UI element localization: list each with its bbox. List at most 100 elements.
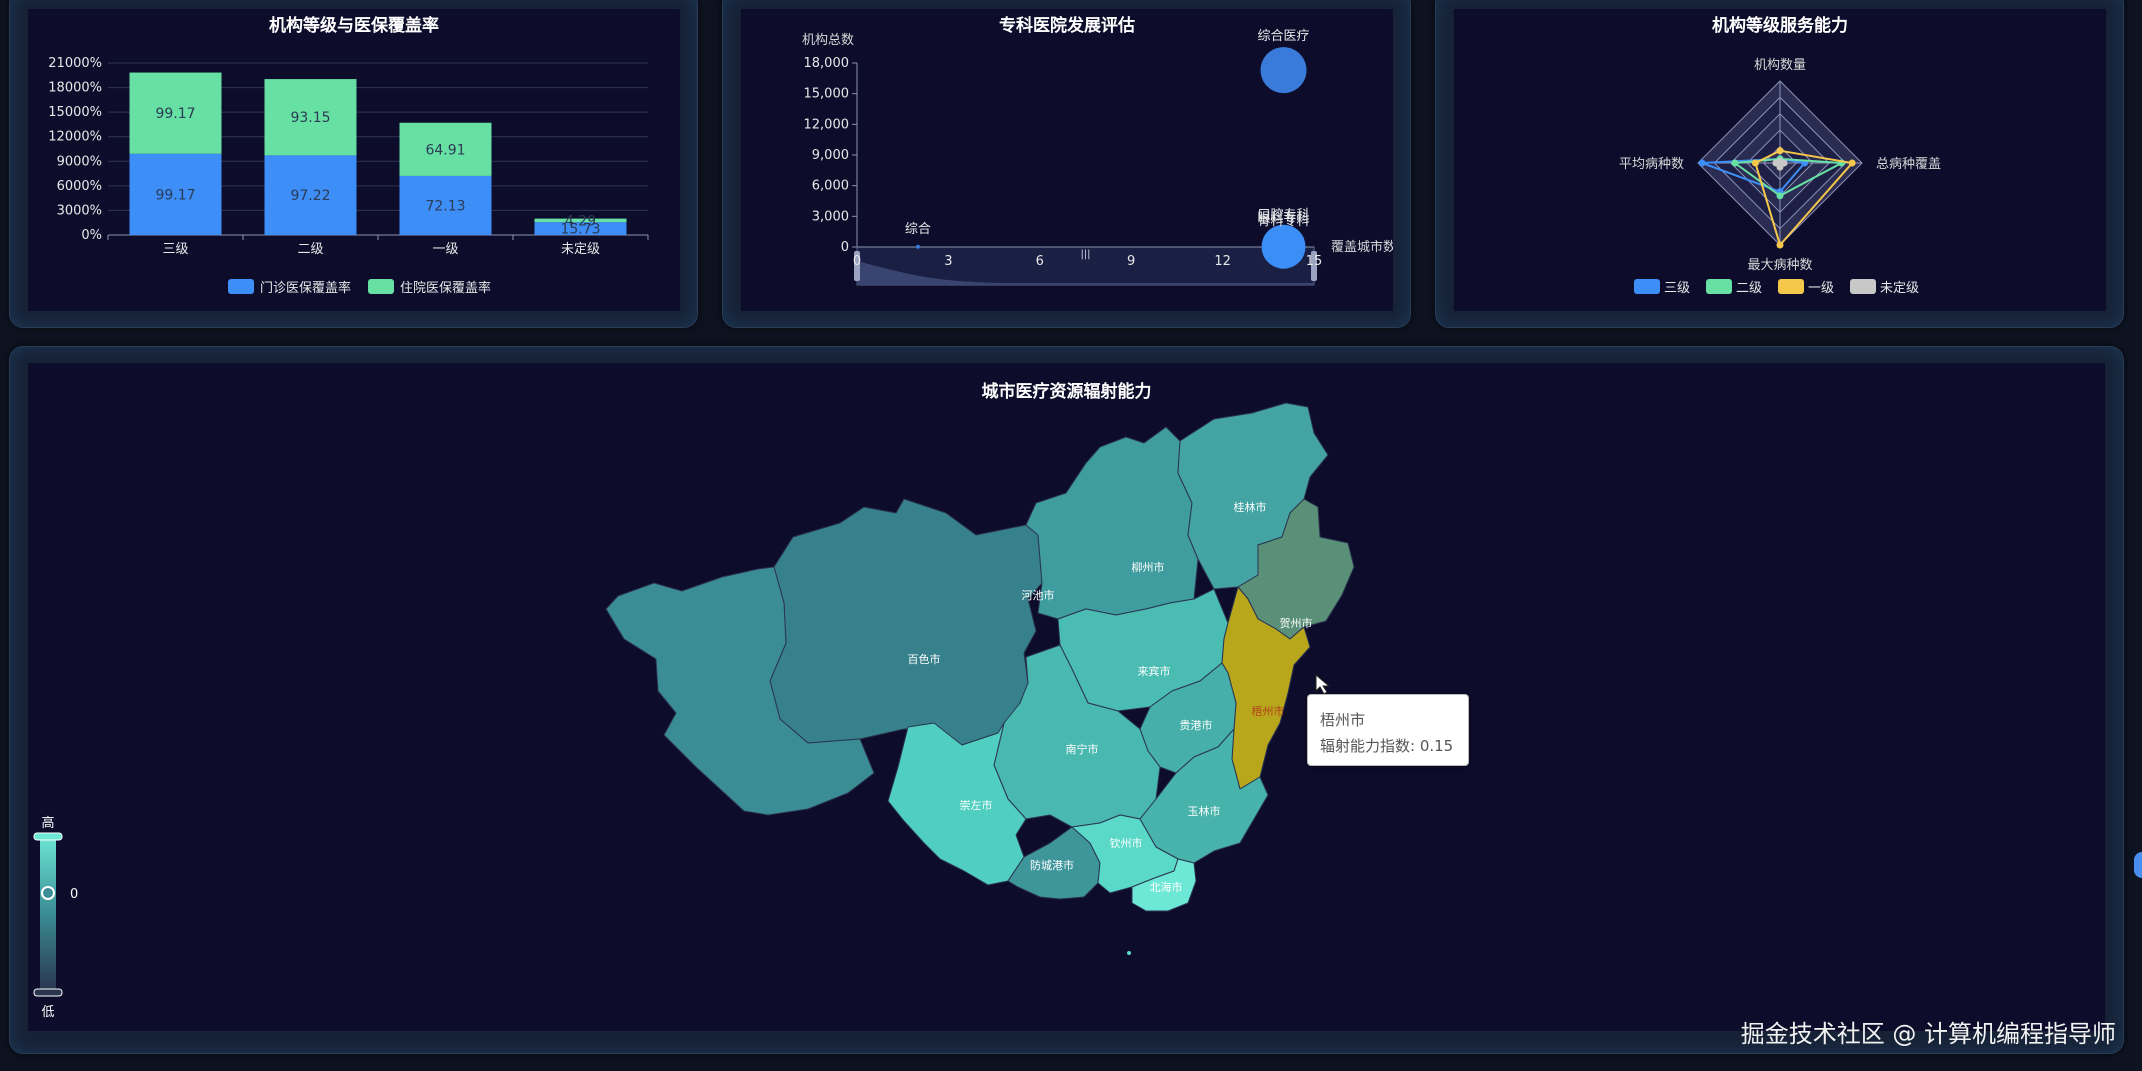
bar-legend-swatch[interactable] [368,279,394,294]
bubble-xtick-label: 3 [944,254,952,269]
radar-legend-label[interactable]: 二级 [1736,281,1762,296]
bar-ytick-label: 12000% [48,130,102,145]
bar-chart-area: 机构等级与医保覆盖率 0% 3000% 6000% 9000% 12000% 15000%… [28,9,680,311]
map-region-label: 百色市 [908,652,941,666]
radar-indicator-label: 最大病种数 [1747,258,1812,273]
bar-xtick-label: 三级 [162,242,188,257]
bubble-xtick-label: 9 [1127,254,1135,269]
map-area: 城市医疗资源辐射能力 河池市 百色市 柳州市 桂林市 贺州市 来宾市 梧州市 贵港市 南宁市 崇左… [28,363,2105,1031]
map-region-label: 贵港市 [1180,718,1213,732]
map-region-label: 河池市 [1022,588,1055,602]
map-island [1127,951,1131,955]
radar-chart-svg: 机构数量总病种覆盖最大病种数 平均病种数三级 二级 一级 未定级 [1619,58,1941,296]
map-region-label: 柳州市 [1132,560,1165,574]
radar-point[interactable] [1776,241,1784,249]
bar-ytick-label: 15000% [48,105,102,120]
bubble-xtick-label: 12 [1214,254,1231,269]
radar-point[interactable] [1848,159,1856,167]
bubble-ytick-label: 15,000 [804,87,850,102]
bubble-point-label: 综合 [905,222,931,237]
map-region-label: 崇左市 [960,798,993,812]
tooltip-value: 辐射能力指数: 0.15 [1320,737,1454,755]
radar-chart-card: 机构等级服务能力 机构数量 总病种覆盖 最大病种数 平均病种数 三级 二级 一级 未定级 [1435,0,2124,328]
visualmap-bar[interactable] [40,835,56,991]
map-region-label: 来宾市 [1138,664,1171,678]
visualmap-handle-top[interactable] [33,832,63,841]
map-region[interactable] [769,498,1043,746]
visualmap-low-label: 低 [41,1005,54,1020]
radar-point[interactable] [1776,192,1784,200]
bubble-xtick-label: 0 [853,254,861,269]
bar-ytick-label: 0% [81,228,102,243]
bar-ytick-label: 9000% [57,154,102,169]
radar-legend-label[interactable]: 一级 [1808,281,1834,296]
bar-xtick-label: 一级 [432,242,458,257]
map-region-label: 桂林市 [1234,500,1267,514]
bar-ytick-label: 21000% [48,56,102,71]
bubble-ytick-label: 9,000 [812,148,849,163]
map-tooltip: 梧州市 辐射能力指数: 0.15 [1307,694,1469,766]
bar-value-label: 93.15 [290,110,330,126]
radar-point[interactable] [1776,147,1784,155]
bar-ytick-label: 18000% [48,81,102,96]
bubble-point[interactable] [915,244,920,249]
bubble-xlabel: 覆盖城市数 [1331,239,1393,255]
map-svg[interactable]: 河池市百色市柳州市桂林市贺州市来宾市梧州市贵港市南宁市崇左市 玉林市防城港市钦州市… [28,363,2105,1031]
radar-point[interactable] [1772,159,1780,167]
bar-value-label: 97.22 [290,188,330,204]
bubble-point[interactable] [1260,47,1307,94]
radar-legend-label[interactable]: 未定级 [1880,281,1919,296]
radar-point[interactable] [1698,159,1706,167]
bar-legend-label[interactable]: 门诊医保覆盖率 [260,280,351,296]
visualmap-value-label: 0 [70,887,78,902]
radar-legend-swatch[interactable] [1778,279,1804,294]
visualmap-high-label: 高 [41,815,54,831]
bar-legend-swatch[interactable] [228,279,254,294]
bar-value-label: 4.29 [565,213,596,229]
map-region-label: 防城港市 [1030,858,1074,872]
bubble-ytick-label: 12,000 [804,117,850,132]
radar-indicator-label: 机构数量 [1754,58,1806,73]
radar-point[interactable] [1731,159,1739,167]
bar-value-label: 64.91 [425,142,465,158]
map-region-label: 钦州市 [1110,836,1143,850]
bubble-datazoom-grip[interactable]: ||| [1080,249,1090,260]
bar-chart-svg: 0% 3000% 6000% 9000% 12000% 15000% 18000% 21000… [48,56,649,296]
mouse-cursor-icon [1315,673,1331,695]
bubble-chart-svg: 机构总数覆盖城市数 0 3,000 6,000 9,000 12,000 15,000 18,… [802,29,1393,286]
bubble-ytick-label: 6,000 [812,179,849,194]
bubble-point-label: 骨科专科 [1258,214,1310,229]
bubble-point-label: 综合医疗 [1258,29,1310,44]
radar-legend-label[interactable]: 三级 [1664,281,1690,296]
bar-xtick-label: 二级 [297,242,323,257]
watermark: 掘金技术社区 @ 计算机编程指导师 [1740,1020,2116,1048]
map-region-shape[interactable] [769,498,1043,746]
radar-legend-swatch[interactable] [1850,279,1876,294]
bar-value-label: 99.17 [155,187,195,203]
map-region-label: 梧州市 [1252,704,1285,718]
map-region-label: 北海市 [1150,880,1183,894]
bar-ytick-label: 6000% [57,179,102,194]
bar-xtick-label: 未定级 [561,242,600,257]
bubble-ytick-label: 18,000 [804,56,850,71]
edge-handle[interactable] [2134,852,2142,878]
radar-chart-area: 机构等级服务能力 机构数量 总病种覆盖 最大病种数 平均病种数 三级 二级 一级 未定级 [1454,9,2106,311]
bubble-ytick-label: 3,000 [812,209,849,224]
radar-legend-swatch[interactable] [1634,279,1660,294]
visualmap-handle-bottom[interactable] [33,988,63,997]
map-region-label: 南宁市 [1066,742,1099,756]
bubble-ytick-label: 0 [841,240,849,255]
visualmap-indicator[interactable] [41,886,55,900]
bubble-chart-area: 专科医院发展评估 机构总数 覆盖城市数 0 3,000 6,000 9,000 12,000… [741,9,1393,311]
map-card: 城市医疗资源辐射能力 河池市 百色市 柳州市 桂林市 贺州市 来宾市 梧州市 贵港市 南宁市 崇左… [9,346,2124,1054]
bar-ytick-label: 3000% [57,203,102,218]
radar-indicator-label: 总病种覆盖 [1876,157,1941,172]
radar-point[interactable] [1751,159,1759,167]
radar-legend-swatch[interactable] [1706,279,1732,294]
bubble-chart-card: 专科医院发展评估 机构总数 覆盖城市数 0 3,000 6,000 9,000 12,000… [722,0,1411,328]
bar-chart-card: 机构等级与医保覆盖率 0% 3000% 6000% 9000% 12000% 15000%… [9,0,698,328]
radar-indicator-label: 平均病种数 [1619,157,1684,172]
bubble-point[interactable] [1281,244,1286,249]
bar-legend-label[interactable]: 住院医保覆盖率 [400,280,491,296]
map-region-label: 贺州市 [1280,616,1313,630]
